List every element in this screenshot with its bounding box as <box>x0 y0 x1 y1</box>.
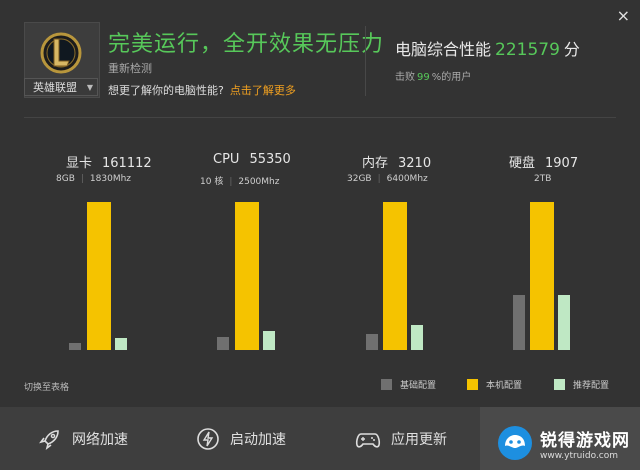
gpu-name: 显卡 <box>66 156 93 171</box>
gpu-clock: 1830Mhz <box>89 174 132 184</box>
chevron-down-icon: ▼ <box>86 82 93 92</box>
retest-link[interactable]: 重新检测 <box>108 60 152 76</box>
cpu-spec: 10 核 | 2500Mhz <box>200 177 280 187</box>
overall-score: 电脑综合性能 221579 分 <box>395 36 580 60</box>
game-select[interactable]: 英雄联盟 ▼ <box>24 78 98 96</box>
legend-base-swatch <box>381 379 392 390</box>
score-label: 电脑综合性能 <box>395 40 492 59</box>
disk-spec: 2TB <box>534 174 551 184</box>
disk-name: 硬盘 <box>509 156 536 171</box>
close-icon[interactable]: × <box>617 6 630 25</box>
learn-more-row: 想更了解你的电脑性能? 点击了解更多 <box>108 82 296 98</box>
bar-gpu-rec <box>115 338 127 350</box>
gpu-score: 161112 <box>102 156 152 171</box>
bar-ram-rec <box>411 325 423 350</box>
disk-title: 硬盘 1907 <box>509 152 578 171</box>
watermark-title: 锐得游戏网 <box>540 430 630 451</box>
nav-startup-accel[interactable]: 启动加速 <box>196 407 286 470</box>
nav-app-update[interactable]: 应用更新 <box>355 407 447 470</box>
cpu-clock: 2500Mhz <box>238 177 280 187</box>
ram-title: 内存 3210 <box>362 152 431 171</box>
nav-update-label: 应用更新 <box>391 431 447 448</box>
lightning-icon <box>197 427 219 450</box>
bar-gpu-local <box>87 202 111 350</box>
app-window: × 英雄联盟 ▼ 完美运行，全开效果无压力 重新检测 想更了解你的电脑性能? 点击… <box>0 0 640 470</box>
gpu-spec: 8GB | 1830Mhz <box>56 174 132 184</box>
section-divider <box>24 117 616 118</box>
score-value: 221579 <box>495 40 560 60</box>
nav-startup-label: 启动加速 <box>230 431 286 448</box>
score-unit: 分 <box>563 40 580 59</box>
legend-base-label: 基础配置 <box>400 381 437 391</box>
beat-prefix: 击败 <box>395 72 415 83</box>
gpu-memory: 8GB <box>56 174 75 184</box>
ram-score: 3210 <box>398 156 432 171</box>
cpu-score: 55350 <box>249 152 291 167</box>
legend-local-label: 本机配置 <box>486 381 523 391</box>
disk-size: 2TB <box>534 174 552 184</box>
legend-base: 基础配置 <box>381 378 436 391</box>
bar-cpu-base <box>217 337 229 350</box>
cpu-cores: 10 核 <box>200 177 224 187</box>
bar-gpu-base <box>69 343 81 350</box>
bar-ram-base <box>366 334 378 350</box>
gpu-title: 显卡 161112 <box>66 152 152 171</box>
legend-local: 本机配置 <box>467 378 522 391</box>
gamepad-icon <box>355 432 381 448</box>
bar-cpu-local <box>235 202 259 350</box>
lol-logo-icon <box>40 32 82 74</box>
nav-network-label: 网络加速 <box>72 431 128 448</box>
bar-cpu-rec <box>263 331 275 350</box>
header-divider <box>365 26 366 96</box>
legend-rec-swatch <box>554 379 565 390</box>
legend-rec-label: 推荐配置 <box>573 381 610 391</box>
beat-value: 99 <box>417 72 430 83</box>
disk-score: 1907 <box>545 156 579 171</box>
legend-rec: 推荐配置 <box>554 378 609 391</box>
nav-network-accel[interactable]: 网络加速 <box>38 407 128 470</box>
beat-percentage: 击败 99 %的用户 <box>395 68 471 83</box>
ram-name: 内存 <box>362 156 389 171</box>
watermark-logo-icon <box>498 426 532 460</box>
learn-more-link[interactable]: 点击了解更多 <box>230 84 296 97</box>
cpu-title: CPU 55350 <box>213 152 291 167</box>
bar-disk-base <box>513 295 525 350</box>
watermark-url: www.ytruido.com <box>540 450 619 461</box>
legend-local-swatch <box>467 379 478 390</box>
ram-size: 32GB <box>347 174 372 184</box>
game-select-value: 英雄联盟 <box>33 81 77 94</box>
bar-disk-local <box>530 202 554 350</box>
cpu-name: CPU <box>213 152 240 167</box>
ram-spec: 32GB | 6400Mhz <box>347 174 428 184</box>
rocket-icon <box>39 429 59 450</box>
ram-clock: 6400Mhz <box>386 174 428 184</box>
beat-suffix: %的用户 <box>431 72 472 83</box>
learn-question: 想更了解你的电脑性能? <box>108 84 224 97</box>
status-title: 完美运行，全开效果无压力 <box>108 32 385 57</box>
bar-ram-local <box>383 202 407 350</box>
bar-disk-rec <box>558 295 570 350</box>
watermark: 锐得游戏网 www.ytruido.com <box>496 424 630 462</box>
bottom-nav: 网络加速 启动加速 应用更新 锐得游戏网 www.ytruido.com <box>0 407 640 470</box>
switch-to-table-link[interactable]: 切换至表格 <box>24 380 69 393</box>
